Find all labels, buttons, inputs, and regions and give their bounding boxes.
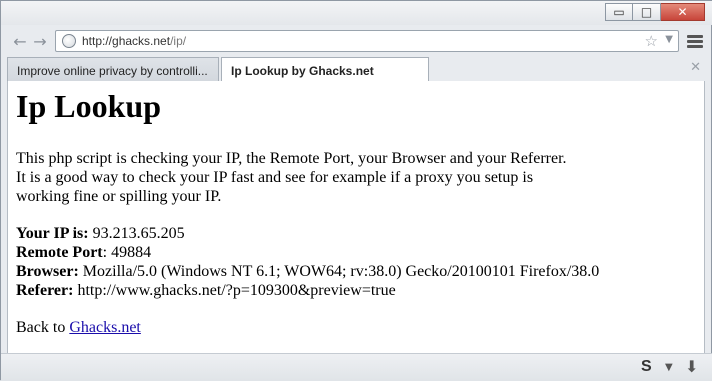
address-bar[interactable]: http://ghacks.net/ip/ ☆ ▼ (55, 30, 679, 52)
title-bar: ▭ □ ✕ (1, 1, 712, 25)
ip-value: 93.213.65.205 (92, 225, 185, 242)
page-title: Ip Lookup (16, 88, 161, 124)
port-label: Remote Port (16, 244, 103, 261)
maximize-button[interactable]: □ (633, 3, 661, 21)
url-text[interactable]: http://ghacks.net/ip/ (82, 34, 186, 48)
chevron-down-icon[interactable]: ▼ (665, 34, 673, 45)
minimize-button[interactable]: ▭ (605, 3, 633, 21)
port-value: 49884 (111, 244, 152, 261)
ghacks-link[interactable]: Ghacks.net (69, 319, 141, 336)
addon-dropdown-icon[interactable]: ▼ (665, 362, 673, 373)
addon-s-icon[interactable]: S (641, 358, 652, 376)
intro-line: It is a good way to check your IP fast a… (16, 169, 534, 186)
browser-row: Browser: Mozilla/5.0 (Windows NT 6.1; WO… (16, 262, 696, 281)
star-icon[interactable]: ☆ (645, 32, 658, 50)
tab-strip: Improve online privacy by controlli... I… (1, 57, 712, 81)
globe-icon (62, 34, 76, 48)
referer-label: Referer: (16, 282, 74, 299)
port-row: Remote Port: 49884 (16, 243, 696, 262)
browser-label: Browser: (16, 263, 79, 280)
back-arrow-icon[interactable]: ← (11, 34, 29, 50)
close-tab-icon[interactable]: ✕ (690, 60, 701, 75)
ip-label: Your IP is: (16, 225, 89, 242)
status-bar: S ▼ ⬇ (1, 353, 712, 381)
browser-window: ▭ □ ✕ ← → http://ghacks.net/ip/ ☆ ▼ Impr… (0, 0, 712, 381)
ip-info: Your IP is: 93.213.65.205 Remote Port: 4… (16, 224, 696, 300)
intro-line: This php script is checking your IP, the… (16, 150, 567, 167)
navigation-bar: ← → http://ghacks.net/ip/ ☆ ▼ (1, 25, 712, 59)
referer-row: Referer: http://www.ghacks.net/?p=109300… (16, 281, 696, 300)
url-path: /ip/ (170, 34, 187, 48)
back-link-line: Back to Ghacks.net (16, 319, 141, 337)
referer-value: http://www.ghacks.net/?p=109300&preview=… (77, 282, 396, 299)
url-host: http://ghacks.net (82, 34, 171, 48)
port-separator: : (102, 244, 108, 261)
intro-paragraph: This php script is checking your IP, the… (16, 149, 696, 206)
tab-privacy-article[interactable]: Improve online privacy by controlli... (7, 57, 219, 81)
ip-row: Your IP is: 93.213.65.205 (16, 224, 696, 243)
tab-ip-lookup[interactable]: Ip Lookup by Ghacks.net (221, 57, 429, 81)
back-prefix: Back to (16, 319, 66, 336)
download-arrow-icon[interactable]: ⬇ (685, 357, 698, 376)
hamburger-menu-icon[interactable] (687, 35, 703, 49)
intro-line: working fine or spilling your IP. (16, 188, 222, 205)
browser-value: Mozilla/5.0 (Windows NT 6.1; WOW64; rv:3… (82, 263, 600, 280)
page-content: Ip Lookup This php script is checking yo… (7, 81, 705, 353)
forward-arrow-icon[interactable]: → (31, 34, 49, 50)
close-button[interactable]: ✕ (661, 3, 705, 21)
window-controls: ▭ □ ✕ (605, 3, 705, 21)
